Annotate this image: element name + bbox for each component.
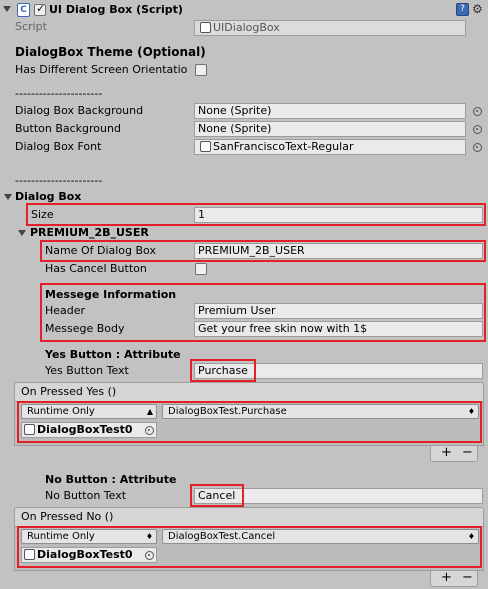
name-label: Name Of Dialog Box: [45, 244, 156, 257]
yes-runtime-dropdown[interactable]: Runtime Only ▲: [21, 404, 157, 419]
btn-bg-field[interactable]: None (Sprite): [194, 121, 466, 137]
dialog-foldout-icon[interactable]: [4, 194, 12, 200]
object-picker-icon[interactable]: [473, 125, 482, 134]
no-text-highlight: [190, 484, 244, 507]
no-function-value: DialogBoxTest.Cancel: [168, 531, 276, 542]
script-label: Script: [15, 20, 47, 33]
yes-text-label: Yes Button Text: [45, 364, 129, 377]
bg-field[interactable]: None (Sprite): [194, 103, 466, 119]
yes-plus-minus: + −: [430, 446, 478, 462]
yes-runtime-value: Runtime Only: [27, 406, 95, 417]
size-field[interactable]: 1: [194, 207, 483, 223]
no-plus-minus: + −: [430, 571, 478, 587]
yes-event-header: On Pressed Yes (): [14, 382, 484, 402]
object-picker-icon[interactable]: [473, 143, 482, 152]
font-asset-icon: [200, 141, 211, 152]
theme-heading: DialogBox Theme (Optional): [15, 45, 206, 59]
dropdown-arrows-icon: ♦: [467, 407, 475, 416]
yes-object-field[interactable]: DialogBoxTest0: [21, 422, 157, 438]
body-field[interactable]: Get your free skin now with 1$: [194, 321, 483, 337]
yes-object-value: DialogBoxTest0: [37, 423, 133, 436]
element-foldout-icon[interactable]: [18, 230, 26, 236]
orientation-label: Has Different Screen Orientatio: [15, 63, 188, 76]
separator-line: ----------------------: [15, 174, 103, 187]
header-label: Header: [45, 304, 86, 317]
size-label: Size: [31, 208, 54, 221]
script-component-icon: C: [17, 3, 30, 17]
yes-function-value: DialogBoxTest.Purchase: [168, 406, 287, 417]
no-object-field[interactable]: DialogBoxTest0: [21, 547, 157, 563]
font-field[interactable]: SanFranciscoText-Regular: [194, 139, 466, 155]
gameobject-icon: [24, 424, 35, 435]
orientation-checkbox[interactable]: [195, 64, 207, 76]
no-heading: No Button : Attribute: [45, 473, 177, 486]
no-runtime-dropdown[interactable]: Runtime Only ♦: [21, 529, 157, 544]
script-file-icon: [200, 22, 211, 33]
remove-listener-button[interactable]: −: [462, 571, 473, 585]
cancel-checkbox[interactable]: [195, 263, 207, 275]
btn-bg-label: Button Background: [15, 122, 121, 135]
script-value: UIDialogBox: [213, 21, 280, 34]
component-title: UI Dialog Box (Script): [49, 3, 183, 16]
font-label: Dialog Box Font: [15, 140, 102, 153]
settings-gear-icon[interactable]: ⚙: [472, 3, 483, 16]
dropdown-arrows-icon: ♦: [467, 532, 475, 541]
bg-label: Dialog Box Background: [15, 104, 144, 117]
add-listener-button[interactable]: +: [441, 571, 452, 585]
gameobject-icon: [24, 549, 35, 560]
no-event-header: On Pressed No (): [14, 507, 484, 527]
font-value: SanFranciscoText-Regular: [213, 140, 354, 153]
yes-text-highlight: [190, 359, 256, 382]
dropdown-arrows-icon: ♦: [145, 532, 153, 541]
body-label: Messege Body: [45, 322, 125, 335]
dialog-heading: Dialog Box: [15, 190, 82, 203]
object-picker-icon[interactable]: [145, 551, 154, 560]
help-icon[interactable]: ?: [456, 3, 469, 16]
message-heading: Messege Information: [45, 288, 177, 301]
no-runtime-value: Runtime Only: [27, 531, 95, 542]
object-picker-icon[interactable]: [473, 107, 482, 116]
dropdown-arrows-icon: ▲: [146, 407, 153, 416]
yes-heading: Yes Button : Attribute: [45, 348, 181, 361]
cancel-label: Has Cancel Button: [45, 262, 147, 275]
add-listener-button[interactable]: +: [441, 446, 452, 460]
no-function-dropdown[interactable]: DialogBoxTest.Cancel ♦: [162, 529, 479, 544]
component-enabled-checkbox[interactable]: [34, 2, 46, 16]
object-picker-icon[interactable]: [145, 426, 154, 435]
foldout-arrow-icon[interactable]: [3, 6, 11, 12]
remove-listener-button[interactable]: −: [462, 446, 473, 460]
yes-function-dropdown[interactable]: DialogBoxTest.Purchase ♦: [162, 404, 479, 419]
element-title: PREMIUM_2B_USER: [30, 226, 149, 239]
name-field[interactable]: PREMIUM_2B_USER: [194, 243, 483, 259]
script-field: UIDialogBox: [194, 20, 466, 36]
no-object-value: DialogBoxTest0: [37, 548, 133, 561]
no-text-label: No Button Text: [45, 489, 127, 502]
header-field[interactable]: Premium User: [194, 303, 483, 319]
separator-line: ----------------------: [15, 87, 103, 100]
